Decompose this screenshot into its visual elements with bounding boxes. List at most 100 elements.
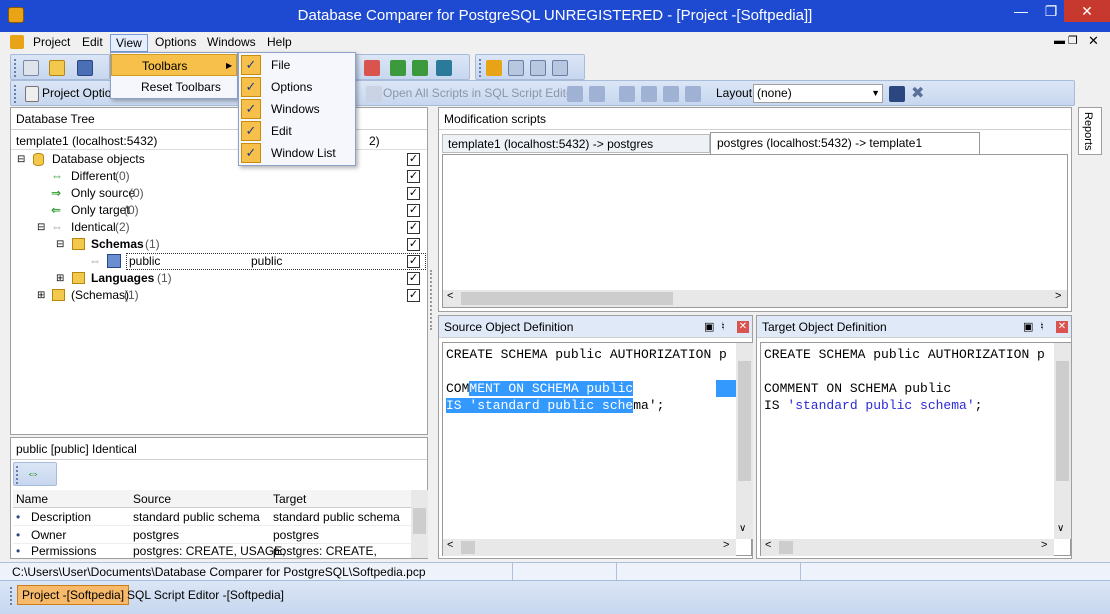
properties-icon[interactable] bbox=[508, 60, 524, 76]
target-hscrollbar[interactable]: < > bbox=[761, 539, 1054, 556]
menu-item-toolbars[interactable]: Toolbars ▶ bbox=[111, 54, 237, 76]
table-row[interactable]: • Permissions postgres: CREATE, USAGE; p… bbox=[13, 542, 411, 576]
lightning-icon[interactable] bbox=[567, 86, 583, 102]
col-name[interactable]: Name bbox=[16, 490, 48, 508]
tree-checkbox[interactable]: ✓ bbox=[407, 255, 420, 268]
scroll-thumb[interactable] bbox=[1056, 361, 1069, 481]
layout-select[interactable]: (none) ▼ bbox=[753, 84, 883, 103]
col-target[interactable]: Target bbox=[273, 490, 306, 508]
scroll-left-icon[interactable]: < bbox=[765, 539, 771, 551]
close-panel-icon[interactable]: ✕ bbox=[1056, 321, 1068, 333]
scroll-right-icon[interactable]: > bbox=[1041, 539, 1047, 551]
collapse-icon[interactable]: ⊟ bbox=[37, 219, 45, 236]
scroll-thumb[interactable] bbox=[779, 541, 793, 554]
scroll-thumb[interactable] bbox=[738, 361, 751, 481]
script-hscrollbar[interactable]: < > bbox=[443, 290, 1067, 307]
menu-item-options[interactable]: ✓ Options bbox=[239, 76, 355, 98]
scroll-thumb[interactable] bbox=[413, 508, 426, 534]
maximize-button[interactable]: ❐ bbox=[1036, 0, 1066, 22]
toolbar-grip[interactable] bbox=[10, 587, 13, 605]
menu-windows[interactable]: Windows bbox=[202, 34, 261, 52]
run-icon[interactable] bbox=[486, 60, 502, 76]
move-bottom-icon[interactable] bbox=[685, 86, 701, 102]
mdi-close-icon[interactable]: ✕ bbox=[1088, 33, 1099, 49]
tree-checkbox[interactable]: ✓ bbox=[407, 289, 420, 302]
toolbar-grip[interactable] bbox=[16, 466, 19, 484]
menu-options[interactable]: Options bbox=[150, 34, 201, 52]
scroll-left-icon[interactable]: < bbox=[447, 290, 453, 302]
menu-item-edit[interactable]: ✓ Edit bbox=[239, 120, 355, 142]
menu-project[interactable]: Project bbox=[28, 34, 75, 52]
scroll-thumb[interactable] bbox=[461, 541, 475, 554]
toolbar-grip[interactable] bbox=[14, 59, 17, 77]
scroll-left-icon[interactable]: < bbox=[447, 539, 453, 551]
menu-item-window-list[interactable]: ✓ Window List bbox=[239, 142, 355, 164]
close-panel-icon[interactable]: ✕ bbox=[737, 321, 749, 333]
pin-icon[interactable]: ♮ bbox=[1040, 316, 1044, 338]
record-icon[interactable] bbox=[364, 60, 380, 76]
vertical-splitter[interactable] bbox=[430, 270, 434, 330]
minimize-button[interactable]: — bbox=[1006, 0, 1036, 22]
tree-checkbox[interactable]: ✓ bbox=[407, 153, 420, 166]
task-project[interactable]: Project -[Softpedia] bbox=[17, 585, 130, 605]
new-icon[interactable] bbox=[23, 60, 39, 76]
expand-icon[interactable]: ⊞ bbox=[37, 287, 45, 304]
sync-icon[interactable] bbox=[436, 60, 452, 76]
float-icon[interactable]: ▣ bbox=[1023, 316, 1033, 338]
properties-scrollbar[interactable] bbox=[411, 490, 428, 558]
table-row[interactable]: • Description standard public schema sta… bbox=[13, 508, 411, 526]
target-code-editor[interactable]: CREATE SCHEMA public AUTHORIZATION p COM… bbox=[760, 342, 1071, 556]
tree-checkbox[interactable]: ✓ bbox=[407, 272, 420, 285]
mdi-minimize-icon[interactable]: ▬ bbox=[1054, 35, 1065, 47]
tree-checkbox[interactable]: ✓ bbox=[407, 187, 420, 200]
sync-arrows-icon[interactable]: ⇔ bbox=[26, 465, 40, 481]
task-sql-script-editor[interactable]: SQL Script Editor -[Softpedia] bbox=[122, 585, 289, 605]
toolbar-grip[interactable] bbox=[479, 59, 482, 77]
compare-icon[interactable] bbox=[530, 60, 546, 76]
menu-item-file[interactable]: ✓ File bbox=[239, 54, 355, 76]
scroll-down-icon[interactable]: ∨ bbox=[739, 523, 746, 534]
menu-edit[interactable]: Edit bbox=[77, 34, 108, 52]
float-icon[interactable]: ▣ bbox=[704, 316, 714, 338]
scroll-right-icon[interactable]: > bbox=[1055, 290, 1061, 302]
collapse-icon[interactable]: ⊟ bbox=[56, 236, 64, 253]
reports-side-tab[interactable]: Reports bbox=[1078, 107, 1102, 155]
tree-checkbox[interactable]: ✓ bbox=[407, 170, 420, 183]
tree-checkbox[interactable]: ✓ bbox=[407, 238, 420, 251]
close-button[interactable]: ✕ bbox=[1064, 0, 1110, 22]
source-hscrollbar[interactable]: < > bbox=[443, 539, 736, 556]
script-editor[interactable]: < > bbox=[442, 154, 1068, 308]
arrow-right-icon[interactable] bbox=[412, 60, 428, 76]
move-down-icon[interactable] bbox=[641, 86, 657, 102]
project-options-button[interactable]: Project Option bbox=[42, 86, 118, 100]
collapse-icon[interactable]: ⊟ bbox=[17, 151, 25, 168]
source-vscrollbar[interactable]: ∨ bbox=[736, 343, 753, 539]
scroll-thumb[interactable] bbox=[461, 292, 673, 305]
target-vscrollbar[interactable]: ∨ bbox=[1054, 343, 1071, 539]
delete-layout-icon[interactable]: ✖ bbox=[911, 83, 924, 103]
mdi-restore-icon[interactable]: ❐ bbox=[1068, 34, 1078, 47]
col-source[interactable]: Source bbox=[133, 490, 171, 508]
tree-checkbox[interactable]: ✓ bbox=[407, 221, 420, 234]
menu-view[interactable]: View bbox=[110, 34, 148, 52]
open-all-scripts-button[interactable]: Open All Scripts in SQL Script Editor bbox=[383, 86, 577, 100]
menu-item-windows[interactable]: ✓ Windows bbox=[239, 98, 355, 120]
arrow-left-icon[interactable] bbox=[390, 60, 406, 76]
move-up-icon[interactable] bbox=[619, 86, 635, 102]
tree-checkbox[interactable]: ✓ bbox=[407, 204, 420, 217]
expand-icon[interactable]: ⊞ bbox=[56, 270, 64, 287]
source-code-editor[interactable]: CREATE SCHEMA public AUTHORIZATION p COM… bbox=[442, 342, 753, 556]
report-icon[interactable] bbox=[552, 60, 568, 76]
tree-node-public[interactable]: ⇔ public public bbox=[11, 253, 427, 270]
project-options-icon[interactable] bbox=[25, 86, 39, 102]
apply-icon[interactable] bbox=[589, 86, 605, 102]
tab-template1-to-postgres[interactable]: template1 (localhost:5432) -> postgres (… bbox=[442, 134, 710, 169]
toolbar-grip[interactable] bbox=[14, 85, 17, 103]
scroll-down-icon[interactable]: ∨ bbox=[1057, 523, 1064, 534]
move-top-icon[interactable] bbox=[663, 86, 679, 102]
save-layout-icon[interactable] bbox=[889, 86, 905, 102]
open-icon[interactable] bbox=[49, 60, 65, 76]
pin-icon[interactable]: ♮ bbox=[721, 316, 725, 338]
document-icon[interactable] bbox=[10, 35, 24, 49]
menu-item-reset-toolbars[interactable]: Reset Toolbars bbox=[111, 76, 237, 98]
